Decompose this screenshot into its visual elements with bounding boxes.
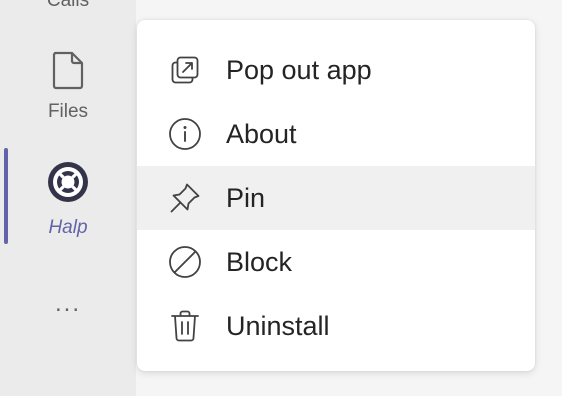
menu-item-label: About: [226, 118, 297, 149]
rail-item-files[interactable]: Files: [0, 50, 136, 123]
rail-item-more[interactable]: ...: [0, 292, 136, 316]
rail-item-calls[interactable]: Calls: [0, 0, 136, 12]
menu-item-pop-out-app[interactable]: Pop out app: [137, 38, 535, 102]
menu-item-label: Pin: [226, 182, 266, 213]
rail-item-halp[interactable]: Halp: [0, 160, 136, 239]
menu-item-about[interactable]: About: [137, 102, 535, 166]
menu-item-label: Block: [226, 246, 293, 277]
menu-item-pin[interactable]: Pin: [137, 166, 535, 230]
menu-item-label: Pop out app: [226, 54, 372, 85]
rail-item-label: Calls: [46, 0, 90, 11]
menu-item-block[interactable]: Block: [137, 230, 535, 294]
rail-item-label: Halp: [48, 217, 88, 238]
app-rail: Calls Files Halp ...: [0, 0, 136, 396]
menu-item-uninstall[interactable]: Uninstall: [137, 294, 535, 358]
app-context-menu: Pop out app About Pin Block Uninstall: [137, 20, 535, 371]
info-icon: [167, 116, 203, 152]
pop-out-icon: [167, 52, 203, 88]
lifebuoy-icon: [46, 160, 90, 209]
file-icon: [51, 50, 85, 95]
trash-icon: [167, 308, 203, 344]
more-icon: ...: [54, 290, 81, 317]
block-icon: [167, 244, 203, 280]
rail-item-label: Files: [47, 101, 89, 122]
menu-item-label: Uninstall: [226, 310, 330, 341]
pin-icon: [167, 180, 203, 216]
